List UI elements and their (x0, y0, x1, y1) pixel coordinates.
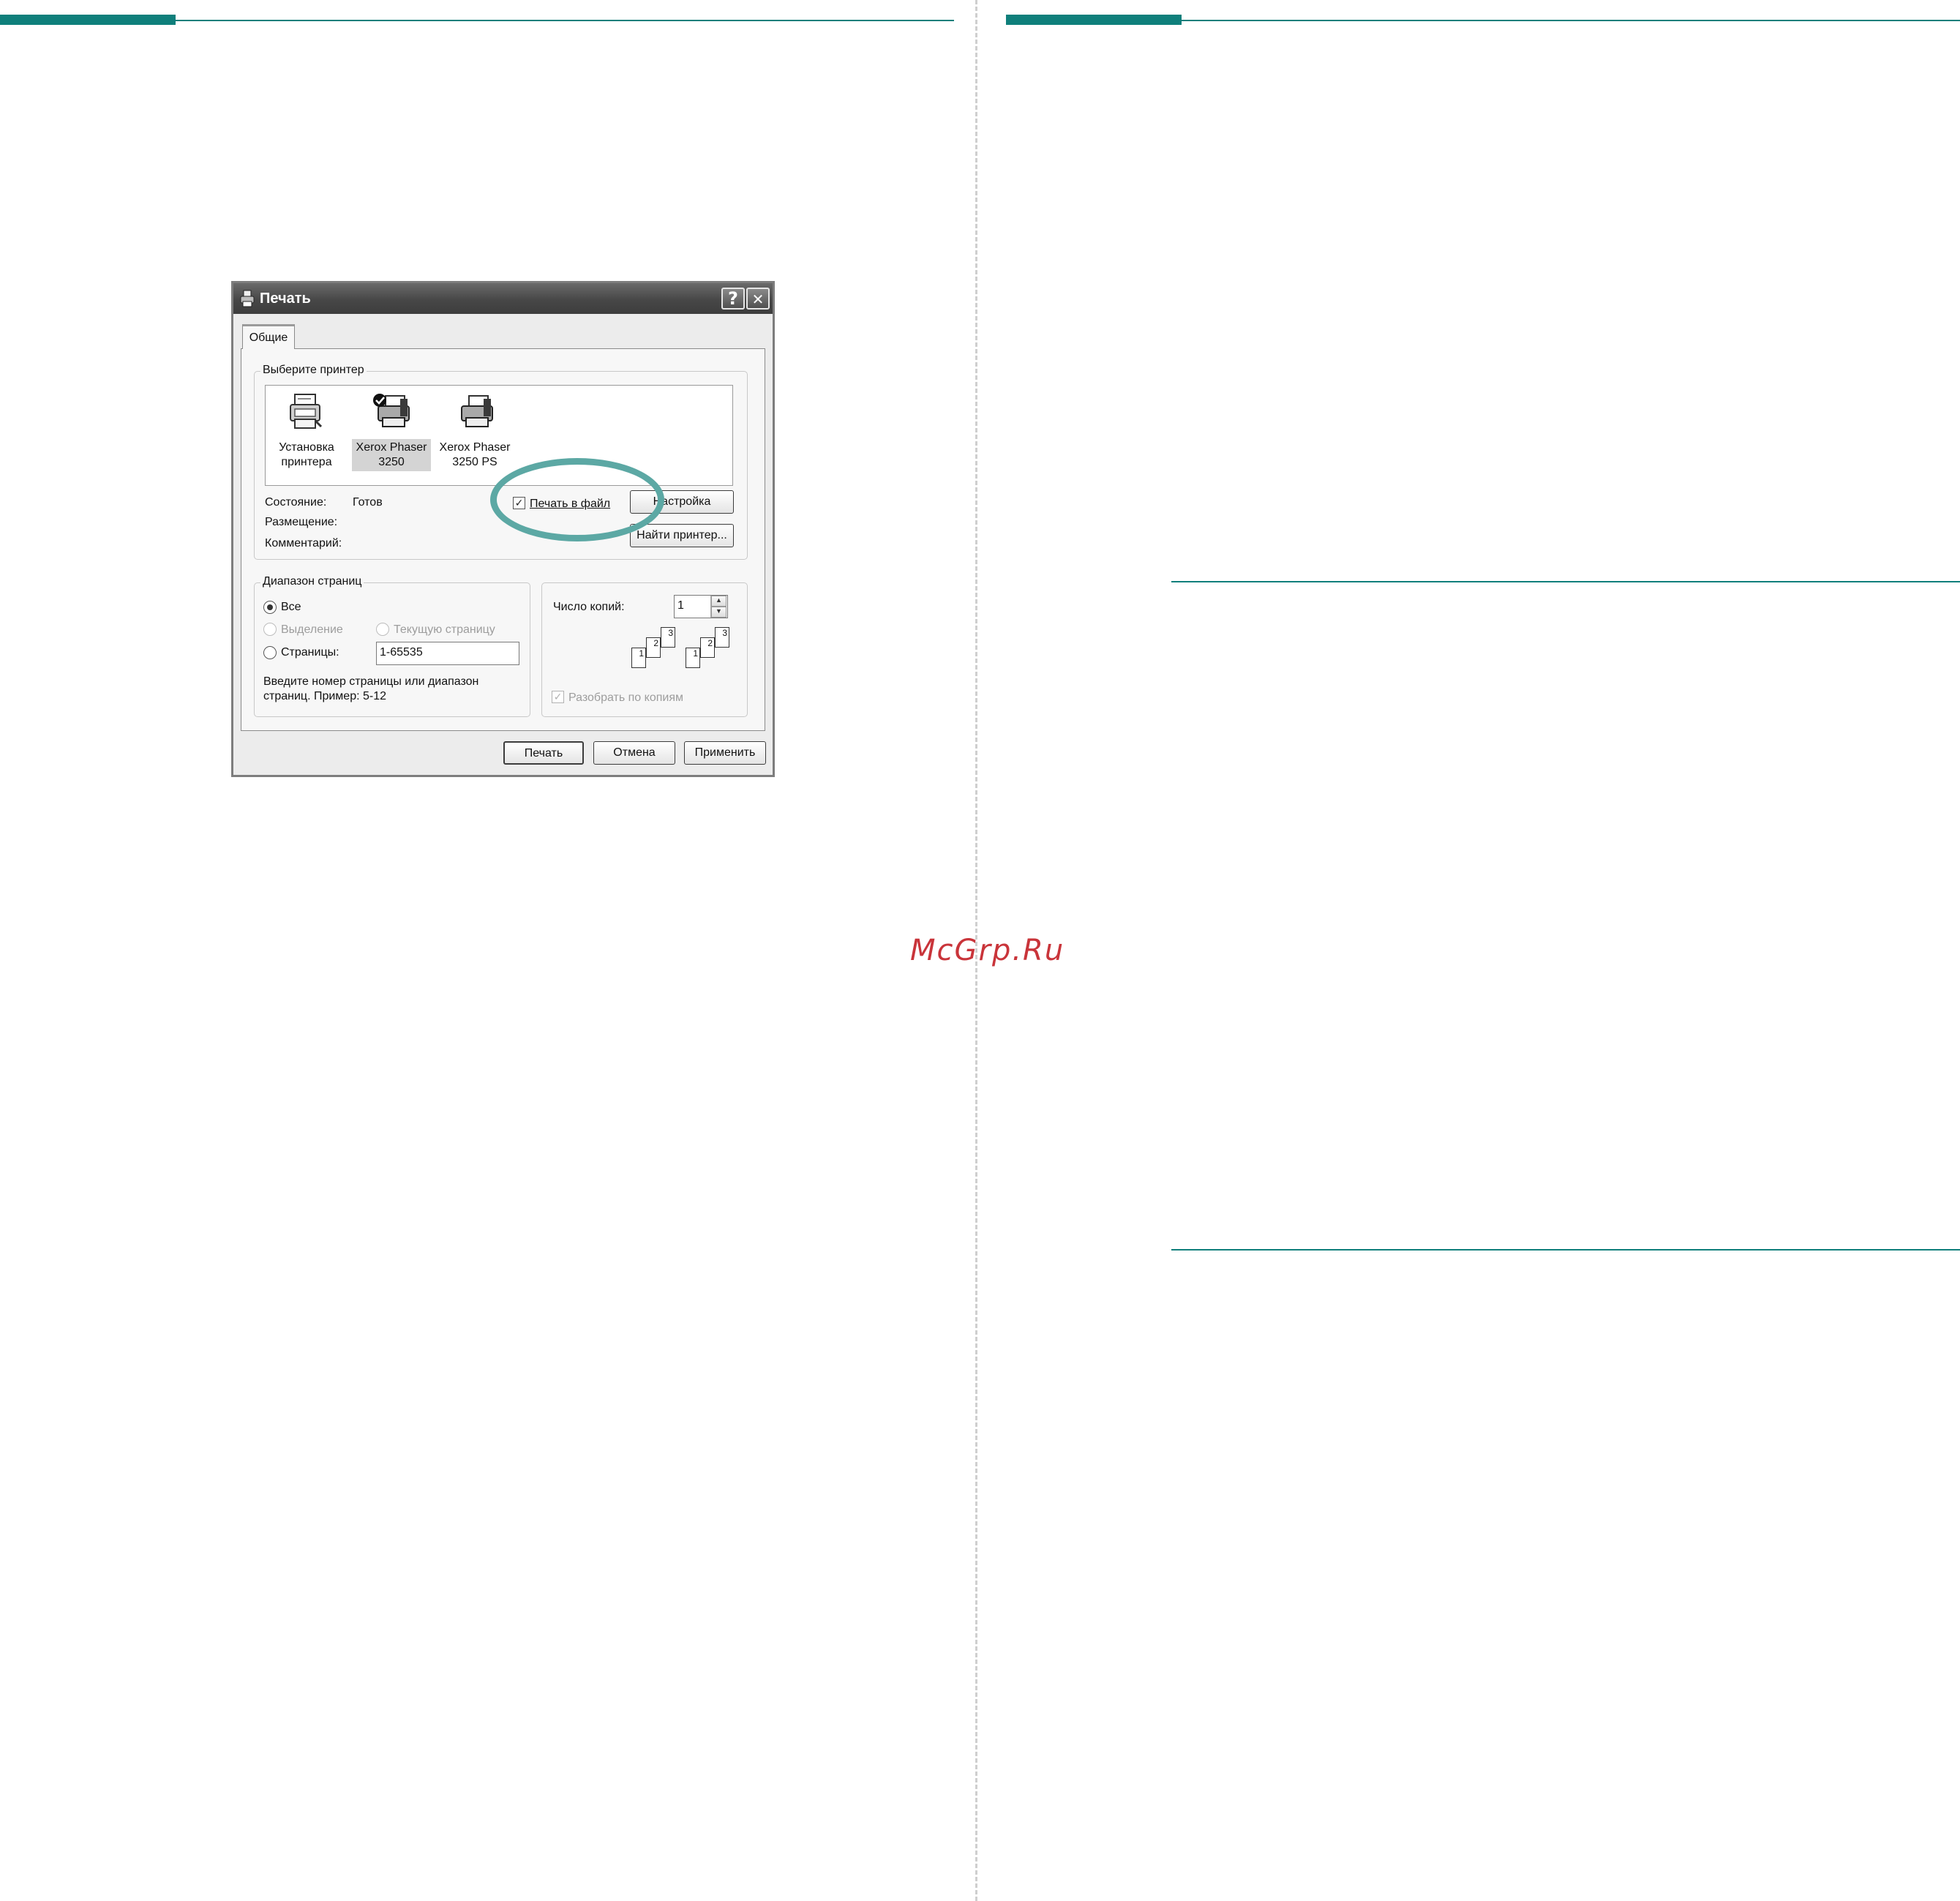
printer-item-xerox-3250-ps[interactable]: Xerox Phaser 3250 PS (435, 391, 514, 471)
printer-list: Установка принтера Xerox Phaser 3250 Xer… (265, 385, 733, 486)
sheet-2: 2 (646, 637, 661, 658)
help-button[interactable]: ? (721, 288, 745, 310)
printer-icon (461, 395, 493, 427)
range-pages-radio[interactable] (263, 646, 277, 659)
print-to-file-checkbox[interactable]: ✓ (513, 497, 525, 509)
header-accent-right (1006, 15, 1182, 25)
collate-label[interactable]: Разобрать по копиям (568, 691, 683, 705)
spin-up-icon[interactable]: ▲ (711, 596, 726, 607)
header-rule-right (1182, 20, 1960, 21)
printer-icon (240, 290, 255, 307)
range-hint-line2: страниц. Пример: 5-12 (263, 690, 386, 702)
print-dialog: Печать ? ✕ Общие Выберите принтер Устано… (231, 281, 775, 777)
range-all-label[interactable]: Все (281, 601, 301, 614)
printer-item-add[interactable]: Установка принтера (267, 391, 346, 471)
sheet-1: 1 (631, 648, 646, 668)
settings-button[interactable]: Настройка (630, 490, 734, 514)
page-range-legend: Диапазон страниц (260, 575, 364, 588)
select-printer-legend: Выберите принтер (260, 364, 367, 377)
page-range-group: Диапазон страниц Все Выделение Текущую с… (254, 575, 530, 717)
location-label: Размещение: (265, 516, 338, 528)
range-selection-label[interactable]: Выделение (281, 623, 343, 637)
collate-illustration-2: 3 2 1 (686, 627, 737, 674)
section-rule-1 (1171, 581, 1960, 582)
title-bar: Печать ? ✕ (233, 283, 773, 314)
dialog-title: Печать (260, 290, 311, 307)
spin-down-icon[interactable]: ▼ (711, 607, 726, 618)
apply-button[interactable]: Применить (684, 741, 766, 765)
watermark: McGrp.Ru (910, 934, 1065, 967)
sheet-3: 3 (661, 627, 675, 648)
status-value: Готов (353, 496, 383, 509)
printer-3250-line1: Xerox Phaser (356, 441, 427, 454)
section-rule-2 (1171, 1249, 1960, 1251)
copies-value: 1 (677, 599, 684, 612)
range-selection-radio[interactable] (263, 623, 277, 636)
comment-label: Комментарий: (265, 537, 342, 550)
printer-3250ps-line1: Xerox Phaser (439, 441, 511, 454)
header-rule-left (176, 20, 954, 21)
collate-illustration-1: 3 2 1 (631, 627, 683, 674)
copies-spinner[interactable]: ▲ ▼ (710, 596, 726, 618)
add-printer-icon (290, 394, 323, 429)
find-printer-button[interactable]: Найти принтер... (630, 524, 734, 547)
copies-group: Число копий: 1 ▲ ▼ 3 2 1 3 2 1 ✓ Разобра… (541, 582, 748, 717)
printer-add-line2: принтера (281, 456, 332, 468)
select-printer-group: Выберите принтер Установка принтера Xero… (254, 364, 748, 560)
header-accent-left (0, 15, 176, 25)
range-current-page-label[interactable]: Текущую страницу (394, 623, 495, 637)
range-all-radio[interactable] (263, 601, 277, 614)
range-pages-label[interactable]: Страницы: (281, 646, 339, 659)
sheet-3: 3 (715, 627, 729, 648)
close-icon: ✕ (751, 290, 765, 308)
range-current-page-radio[interactable] (376, 623, 389, 636)
printer-item-xerox-3250[interactable]: Xerox Phaser 3250 (352, 391, 431, 471)
print-button[interactable]: Печать (503, 741, 584, 765)
printer-3250-line2: 3250 (378, 456, 405, 468)
sheet-2: 2 (700, 637, 715, 658)
printer-add-line1: Установка (279, 441, 334, 454)
sheet-1: 1 (686, 648, 700, 668)
collate-checkbox[interactable]: ✓ (552, 691, 564, 703)
printer-3250ps-line2: 3250 PS (452, 456, 497, 468)
close-button[interactable]: ✕ (746, 288, 770, 310)
pages-input[interactable]: 1-65535 (376, 642, 519, 665)
default-printer-icon (373, 394, 410, 427)
tab-panel-general: Выберите принтер Установка принтера Xero… (241, 348, 765, 731)
status-label: Состояние: (265, 496, 327, 509)
print-to-file-label[interactable]: Печать в файл (530, 498, 610, 511)
copies-count-label: Число копий: (553, 601, 625, 613)
range-hint-line1: Введите номер страницы или диапазон (263, 675, 479, 688)
cancel-button[interactable]: Отмена (593, 741, 675, 765)
tab-general[interactable]: Общие (242, 324, 295, 349)
